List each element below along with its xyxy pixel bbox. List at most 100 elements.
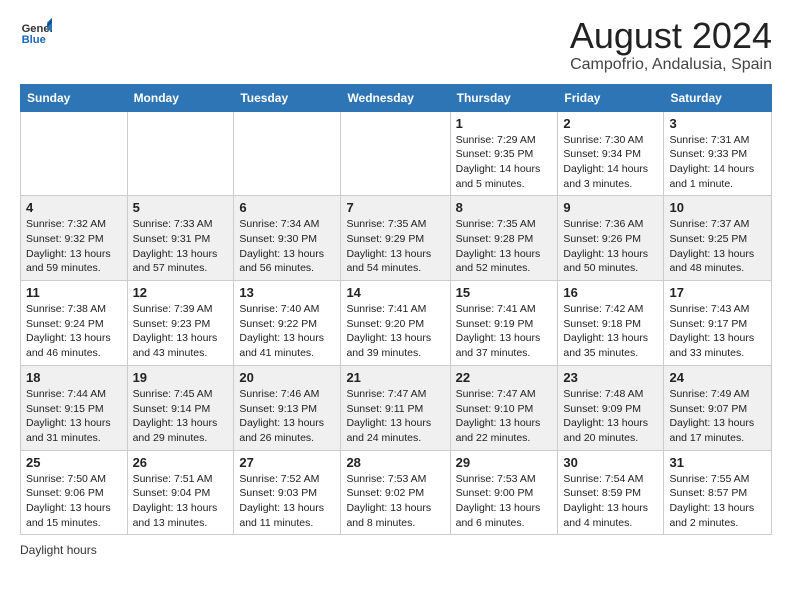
calendar-cell: 21Sunrise: 7:47 AM Sunset: 9:11 PM Dayli… <box>341 365 450 450</box>
day-number: 3 <box>669 116 766 131</box>
calendar-cell: 28 Sunrise: 7:53 AM Sunset: 9:02 PM Dayli… <box>341 450 450 535</box>
calendar-week-row: 18 Sunrise: 7:44 AM Sunset: 9:15 PM Dayli… <box>21 365 772 450</box>
day-info: Sunrise: 7:52 AM Sunset: 9:03 PM Dayligh… <box>239 472 335 531</box>
calendar-cell: 14 Sunrise: 7:41 AM Sunset: 9:20 PM Dayli… <box>341 281 450 366</box>
day-number: 1 <box>456 116 553 131</box>
day-info: Sunrise: 7:40 AM Sunset: 9:22 PM Dayligh… <box>239 302 335 361</box>
calendar-cell: 29Sunrise: 7:53 AM Sunset: 9:00 PM Dayli… <box>450 450 558 535</box>
calendar-cell: 6 Sunrise: 7:34 AM Sunset: 9:30 PM Daylig… <box>234 196 341 281</box>
col-monday: Monday <box>127 84 234 111</box>
calendar-cell: 2Sunrise: 7:30 AM Sunset: 9:34 PM Daylig… <box>558 111 664 196</box>
day-info: Sunrise: 7:36 AM Sunset: 9:26 PM Dayligh… <box>563 217 658 276</box>
day-number: 5 <box>133 200 229 215</box>
calendar-cell: 15 Sunrise: 7:41 AM Sunset: 9:19 PM Dayli… <box>450 281 558 366</box>
day-number: 14 <box>346 285 444 300</box>
calendar-cell: 3 Sunrise: 7:31 AM Sunset: 9:33 PM Daylig… <box>664 111 772 196</box>
calendar-cell: 26Sunrise: 7:51 AM Sunset: 9:04 PM Dayli… <box>127 450 234 535</box>
header: General Blue August 2024 Campofrio, Anda… <box>20 16 772 74</box>
svg-text:Blue: Blue <box>22 34 46 46</box>
calendar-cell: 9 Sunrise: 7:36 AM Sunset: 9:26 PM Daylig… <box>558 196 664 281</box>
calendar-week-row: 25 Sunrise: 7:50 AM Sunset: 9:06 PM Dayli… <box>21 450 772 535</box>
calendar-cell: 18 Sunrise: 7:44 AM Sunset: 9:15 PM Dayli… <box>21 365 128 450</box>
day-number: 20 <box>239 370 335 385</box>
day-info: Sunrise: 7:38 AM Sunset: 9:24 PM Dayligh… <box>26 302 122 361</box>
day-info: Sunrise: 7:42 AM Sunset: 9:18 PM Dayligh… <box>563 302 658 361</box>
day-number: 4 <box>26 200 122 215</box>
col-thursday: Thursday <box>450 84 558 111</box>
day-number: 27 <box>239 455 335 470</box>
day-number: 18 <box>26 370 122 385</box>
day-number: 11 <box>26 285 122 300</box>
day-info: Sunrise: 7:45 AM Sunset: 9:14 PM Dayligh… <box>133 387 229 446</box>
calendar-cell: 25 Sunrise: 7:50 AM Sunset: 9:06 PM Dayli… <box>21 450 128 535</box>
day-info: Sunrise: 7:41 AM Sunset: 9:19 PM Dayligh… <box>456 302 553 361</box>
calendar-cell <box>341 111 450 196</box>
day-info: Sunrise: 7:47 AM Sunset: 9:11 PM Dayligh… <box>346 387 444 446</box>
calendar-header-row: Sunday Monday Tuesday Wednesday Thursday… <box>21 84 772 111</box>
day-number: 24 <box>669 370 766 385</box>
calendar-week-row: 1 Sunrise: 7:29 AM Sunset: 9:35 PM Daylig… <box>21 111 772 196</box>
calendar-cell <box>234 111 341 196</box>
logo-icon: General Blue <box>20 16 52 48</box>
day-number: 7 <box>346 200 444 215</box>
day-info: Sunrise: 7:53 AM Sunset: 9:02 PM Dayligh… <box>346 472 444 531</box>
calendar-cell: 17 Sunrise: 7:43 AM Sunset: 9:17 PM Dayli… <box>664 281 772 366</box>
day-info: Sunrise: 7:39 AM Sunset: 9:23 PM Dayligh… <box>133 302 229 361</box>
calendar-cell: 12 Sunrise: 7:39 AM Sunset: 9:23 PM Dayli… <box>127 281 234 366</box>
day-number: 12 <box>133 285 229 300</box>
day-number: 6 <box>239 200 335 215</box>
calendar-cell: 7Sunrise: 7:35 AM Sunset: 9:29 PM Daylig… <box>341 196 450 281</box>
day-info: Sunrise: 7:49 AM Sunset: 9:07 PM Dayligh… <box>669 387 766 446</box>
day-info: Sunrise: 7:48 AM Sunset: 9:09 PM Dayligh… <box>563 387 658 446</box>
calendar-week-row: 4Sunrise: 7:32 AM Sunset: 9:32 PM Daylig… <box>21 196 772 281</box>
day-info: Sunrise: 7:31 AM Sunset: 9:33 PM Dayligh… <box>669 133 766 192</box>
calendar-cell: 30 Sunrise: 7:54 AM Sunset: 8:59 PM Dayli… <box>558 450 664 535</box>
col-saturday: Saturday <box>664 84 772 111</box>
calendar-cell: 16Sunrise: 7:42 AM Sunset: 9:18 PM Dayli… <box>558 281 664 366</box>
day-number: 2 <box>563 116 658 131</box>
main-title: August 2024 <box>570 16 772 56</box>
day-info: Sunrise: 7:53 AM Sunset: 9:00 PM Dayligh… <box>456 472 553 531</box>
col-sunday: Sunday <box>21 84 128 111</box>
calendar-cell: 4Sunrise: 7:32 AM Sunset: 9:32 PM Daylig… <box>21 196 128 281</box>
calendar-cell: 11 Sunrise: 7:38 AM Sunset: 9:24 PM Dayli… <box>21 281 128 366</box>
day-info: Sunrise: 7:33 AM Sunset: 9:31 PM Dayligh… <box>133 217 229 276</box>
calendar-cell: 19 Sunrise: 7:45 AM Sunset: 9:14 PM Dayli… <box>127 365 234 450</box>
day-info: Sunrise: 7:47 AM Sunset: 9:10 PM Dayligh… <box>456 387 553 446</box>
day-info: Sunrise: 7:44 AM Sunset: 9:15 PM Dayligh… <box>26 387 122 446</box>
day-info: Sunrise: 7:35 AM Sunset: 9:28 PM Dayligh… <box>456 217 553 276</box>
day-number: 15 <box>456 285 553 300</box>
col-tuesday: Tuesday <box>234 84 341 111</box>
day-info: Sunrise: 7:46 AM Sunset: 9:13 PM Dayligh… <box>239 387 335 446</box>
day-number: 30 <box>563 455 658 470</box>
calendar-table: Sunday Monday Tuesday Wednesday Thursday… <box>20 84 772 536</box>
day-number: 9 <box>563 200 658 215</box>
day-number: 22 <box>456 370 553 385</box>
day-number: 19 <box>133 370 229 385</box>
calendar-cell: 10 Sunrise: 7:37 AM Sunset: 9:25 PM Dayli… <box>664 196 772 281</box>
day-info: Sunrise: 7:55 AM Sunset: 8:57 PM Dayligh… <box>669 472 766 531</box>
day-info: Sunrise: 7:41 AM Sunset: 9:20 PM Dayligh… <box>346 302 444 361</box>
col-wednesday: Wednesday <box>341 84 450 111</box>
day-info: Sunrise: 7:34 AM Sunset: 9:30 PM Dayligh… <box>239 217 335 276</box>
legend: Daylight hours <box>20 543 772 557</box>
day-number: 13 <box>239 285 335 300</box>
day-number: 17 <box>669 285 766 300</box>
day-number: 8 <box>456 200 553 215</box>
calendar-cell: 27 Sunrise: 7:52 AM Sunset: 9:03 PM Dayli… <box>234 450 341 535</box>
day-number: 25 <box>26 455 122 470</box>
day-number: 23 <box>563 370 658 385</box>
day-number: 28 <box>346 455 444 470</box>
day-number: 26 <box>133 455 229 470</box>
day-number: 10 <box>669 200 766 215</box>
day-info: Sunrise: 7:54 AM Sunset: 8:59 PM Dayligh… <box>563 472 658 531</box>
calendar-cell: 1 Sunrise: 7:29 AM Sunset: 9:35 PM Daylig… <box>450 111 558 196</box>
day-info: Sunrise: 7:29 AM Sunset: 9:35 PM Dayligh… <box>456 133 553 192</box>
calendar-cell: 5 Sunrise: 7:33 AM Sunset: 9:31 PM Daylig… <box>127 196 234 281</box>
calendar-cell: 23 Sunrise: 7:48 AM Sunset: 9:09 PM Dayli… <box>558 365 664 450</box>
day-number: 31 <box>669 455 766 470</box>
day-info: Sunrise: 7:50 AM Sunset: 9:06 PM Dayligh… <box>26 472 122 531</box>
day-info: Sunrise: 7:43 AM Sunset: 9:17 PM Dayligh… <box>669 302 766 361</box>
day-info: Sunrise: 7:37 AM Sunset: 9:25 PM Dayligh… <box>669 217 766 276</box>
calendar-week-row: 11 Sunrise: 7:38 AM Sunset: 9:24 PM Dayli… <box>21 281 772 366</box>
